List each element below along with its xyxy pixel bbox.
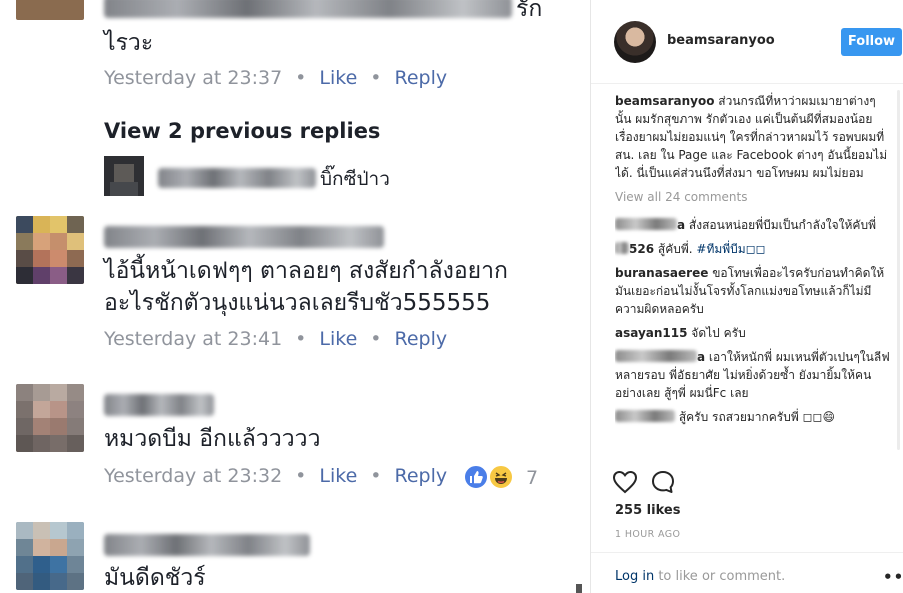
comment-username[interactable]: buranasaeree xyxy=(615,266,708,280)
reply-link[interactable]: Reply xyxy=(395,328,448,350)
profile-avatar[interactable] xyxy=(614,21,656,63)
facebook-comments-screenshot: รัก ไรวะ Yesterday at 23:37 • Like • Reply V… xyxy=(0,0,590,593)
commenter-name-blurred xyxy=(104,226,384,248)
reply-name-blurred xyxy=(158,168,316,188)
dot-separator: • xyxy=(295,328,307,350)
comment-footer: Log in to like or comment. ••• xyxy=(591,552,903,593)
comment-text: สู้คับพี่. xyxy=(654,242,697,256)
username-visible-part: 526 xyxy=(629,242,655,256)
commenter-name-blurred xyxy=(104,534,310,556)
comment-username[interactable]: a xyxy=(615,218,685,232)
like-link[interactable]: Like xyxy=(319,465,357,487)
comment-text: ไอ้นี้หน้าเดฟๆๆ ตาลอยๆ สงสัยกำลังอยาก xyxy=(104,258,508,284)
scrollbar[interactable] xyxy=(576,584,582,593)
username-visible-part: a xyxy=(677,218,686,232)
comment-item: asayan115 จัดไป ครับ xyxy=(615,324,895,342)
comment-text: สู้ครับ รถสวยมากครับพี่ ◻◻😄 xyxy=(675,410,836,424)
reply-avatar xyxy=(104,156,144,196)
comment-username[interactable] xyxy=(615,410,675,424)
hashtag-link[interactable]: #ทีมพี่บีม◻◻ xyxy=(696,242,765,256)
post-caption: beamsaranyoo ส่วนกรณีที่หาว่าผมเมายาต่าง… xyxy=(615,92,895,182)
username-blurred xyxy=(615,350,697,362)
view-previous-replies-link[interactable]: View 2 previous replies xyxy=(104,119,380,143)
comment-username[interactable]: a xyxy=(615,350,705,364)
post-timestamp: 1 HOUR AGO xyxy=(615,529,681,540)
dot-separator: • xyxy=(295,67,307,89)
more-options-icon[interactable]: ••• xyxy=(883,568,903,586)
comment-item: a เอาให้หนักพี่ ผมเหนพี่ตัวเปนๆในลีฟหลาย… xyxy=(615,348,895,402)
like-link[interactable]: Like xyxy=(319,328,357,350)
dot-separator: • xyxy=(370,465,382,487)
reply-link[interactable]: Reply xyxy=(395,465,448,487)
comment-text: จัดไป ครับ xyxy=(687,326,746,340)
comment-text: ไรวะ xyxy=(104,30,154,56)
comment-text: อะไรชักตัวนุงแน่นวลเลยรีบชัว555555 xyxy=(104,290,491,316)
comments-list[interactable]: beamsaranyoo ส่วนกรณีที่หาว่าผมเมายาต่าง… xyxy=(615,92,895,458)
haha-reaction-icon xyxy=(488,464,514,490)
avatar xyxy=(16,0,84,20)
avatar xyxy=(16,522,84,590)
username-blurred xyxy=(615,218,677,230)
username-visible-part: asayan115 xyxy=(615,326,688,340)
comment-text: มันดีดชัวร์ xyxy=(104,565,206,591)
like-reaction-icon xyxy=(463,464,489,490)
caption-username[interactable]: beamsaranyoo xyxy=(615,94,714,108)
profile-username[interactable]: beamsaranyoo xyxy=(667,33,775,48)
login-prompt-text: to like or comment. xyxy=(654,569,786,584)
dot-separator: • xyxy=(370,328,382,350)
username-blurred xyxy=(615,410,675,422)
follow-button[interactable]: Follow xyxy=(841,28,902,56)
comment-item: สู้ครับ รถสวยมากครับพี่ ◻◻😄 xyxy=(615,408,895,426)
dot-separator: • xyxy=(370,67,382,89)
comment-text: สั่งสอนหน่อยพี่บีมเป็นกำลังใจให้คับพี่ xyxy=(685,218,876,232)
comment-item: buranasaeree ขอโทษเพื่ออะไรครับก่อนทำคิด… xyxy=(615,264,895,318)
username-visible-part: a xyxy=(697,350,706,364)
heart-icon[interactable] xyxy=(611,468,639,496)
comments-scrollbar[interactable] xyxy=(897,90,900,450)
post-header: beamsaranyoo Follow xyxy=(591,0,903,84)
comment-text: หมวดบีม อีกแล้ววววว xyxy=(104,426,321,452)
avatar xyxy=(16,216,84,284)
login-link[interactable]: Log in xyxy=(615,569,654,584)
comment-meta: Yesterday at 23:41 • Like • Reply xyxy=(104,328,447,350)
instagram-post-panel: beamsaranyoo Follow beamsaranyoo ส่วนกรณ… xyxy=(590,0,903,593)
view-all-comments-link[interactable]: View all 24 comments xyxy=(615,188,895,206)
comment-time: Yesterday at 23:37 xyxy=(104,67,283,89)
comment-meta: Yesterday at 23:32 • Like • Reply xyxy=(104,465,447,487)
like-count[interactable]: 255 likes xyxy=(615,503,680,518)
comment-text-tail: รัก xyxy=(516,0,543,22)
comment-username[interactable]: asayan115 xyxy=(615,326,687,340)
reply-snippet-text: บิ๊กซีป่าว xyxy=(320,168,390,190)
reply-link[interactable]: Reply xyxy=(395,67,448,89)
avatar xyxy=(16,384,84,452)
login-prompt: Log in to like or comment. xyxy=(615,569,785,584)
reaction-count: 7 xyxy=(526,467,539,489)
like-link[interactable]: Like xyxy=(319,67,357,89)
comment-time: Yesterday at 23:41 xyxy=(104,328,283,350)
commenter-name-blurred xyxy=(104,0,512,18)
comment-bubble-icon[interactable] xyxy=(649,468,677,496)
dot-separator: • xyxy=(295,465,307,487)
commenter-name-blurred xyxy=(104,394,214,416)
comment-item: 526 สู้คับพี่. #ทีมพี่บีม◻◻ xyxy=(615,240,895,258)
username-blurred xyxy=(615,242,629,254)
comment-item: a สั่งสอนหน่อยพี่บีมเป็นกำลังใจให้คับพี่ xyxy=(615,216,895,234)
comment-meta: Yesterday at 23:37 • Like • Reply xyxy=(104,67,447,89)
comment-username[interactable]: 526 xyxy=(615,242,654,256)
comment-time: Yesterday at 23:32 xyxy=(104,465,283,487)
